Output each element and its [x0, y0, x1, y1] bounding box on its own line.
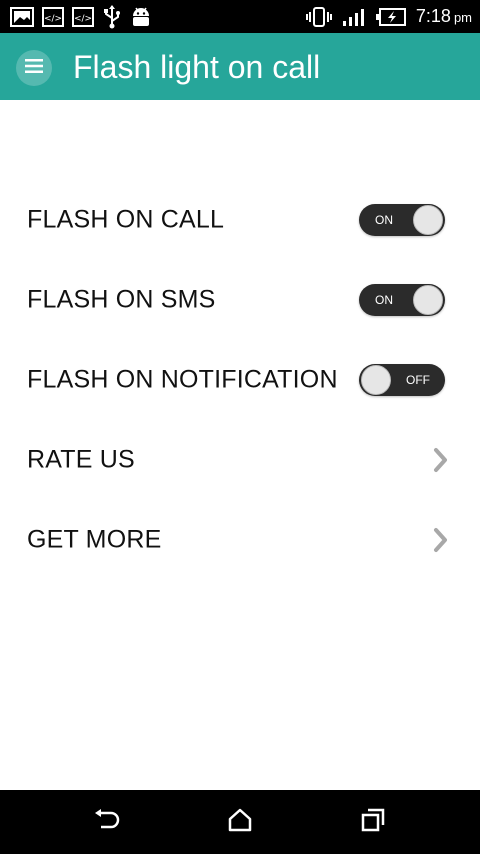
signal-icon	[342, 7, 366, 27]
setting-label: FLASH ON NOTIFICATION	[27, 365, 338, 394]
svg-text:</>: </>	[74, 14, 92, 24]
settings-list: FLASH ON CALL ON FLASH ON SMS ON FLASH O…	[0, 180, 480, 580]
chevron-right-icon[interactable]	[432, 527, 450, 553]
recents-button[interactable]	[357, 806, 389, 838]
flash-on-sms-toggle[interactable]: ON	[359, 284, 445, 316]
flash-on-notification-toggle[interactable]: OFF	[359, 364, 445, 396]
toggle-state-text: ON	[375, 293, 393, 307]
status-bar-right-icons: 7:18 pm	[305, 4, 472, 29]
setting-label: FLASH ON CALL	[27, 205, 225, 234]
setting-label: GET MORE	[27, 525, 162, 554]
status-bar: </> </> 7:18 pm	[0, 0, 480, 33]
setting-flash-on-call: FLASH ON CALL ON	[0, 180, 480, 260]
navigation-bar	[0, 790, 480, 854]
page-title: Flash light on call	[73, 49, 321, 85]
home-button[interactable]	[224, 806, 256, 838]
setting-rate-us[interactable]: RATE US	[0, 420, 480, 500]
toggle-state-text: ON	[375, 213, 393, 227]
setting-label: RATE US	[27, 445, 135, 474]
battery-charging-icon	[375, 7, 406, 27]
recents-icon	[360, 807, 386, 838]
vibrate-icon	[305, 6, 332, 28]
back-button[interactable]	[91, 806, 123, 838]
clock-time: 7:18	[415, 6, 451, 26]
clock: 7:18 pm	[416, 6, 472, 27]
setting-flash-on-notification: FLASH ON NOTIFICATION OFF	[0, 340, 480, 420]
setting-flash-on-sms: FLASH ON SMS ON	[0, 260, 480, 340]
svg-text:</>: </>	[44, 14, 62, 24]
home-icon	[227, 808, 253, 837]
app-bar: Flash light on call	[0, 33, 480, 100]
code-icon: </>	[42, 6, 64, 27]
status-bar-left-icons: </> </>	[10, 4, 152, 29]
image-icon	[10, 6, 34, 27]
setting-label: FLASH ON SMS	[27, 285, 216, 314]
toggle-knob	[413, 285, 443, 315]
toggle-knob	[413, 205, 443, 235]
flash-on-call-toggle[interactable]: ON	[359, 204, 445, 236]
code-icon: </>	[72, 6, 94, 27]
menu-button[interactable]	[16, 50, 52, 86]
chevron-right-icon[interactable]	[432, 447, 450, 473]
menu-icon	[25, 58, 43, 78]
clock-ampm: pm	[453, 10, 472, 25]
toggle-state-text: OFF	[406, 373, 430, 387]
back-icon	[93, 808, 121, 837]
android-icon	[130, 5, 152, 29]
toggle-knob	[361, 365, 391, 395]
usb-icon	[102, 4, 122, 29]
setting-get-more[interactable]: GET MORE	[0, 500, 480, 580]
